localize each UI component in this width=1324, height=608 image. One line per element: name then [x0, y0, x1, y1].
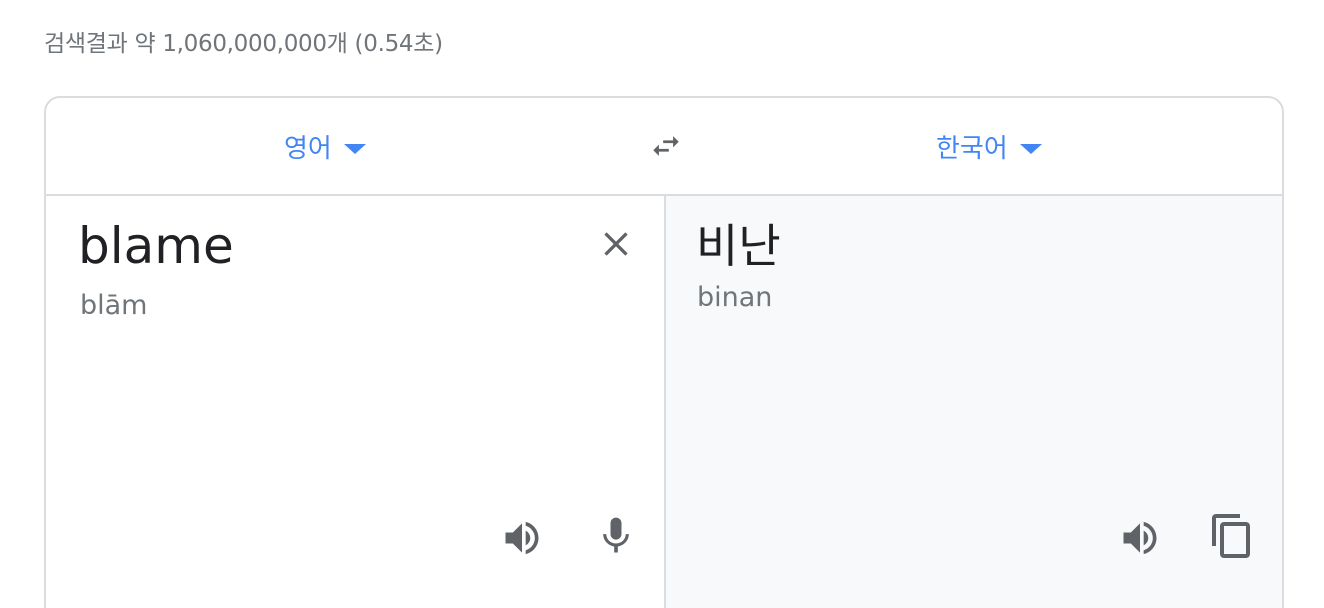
microphone-icon — [603, 517, 629, 553]
listen-translation-button[interactable] — [1116, 514, 1164, 562]
source-language-select[interactable]: 영어 — [284, 98, 366, 194]
language-bar: 영어 한국어 — [46, 98, 1282, 196]
clear-button[interactable] — [594, 222, 638, 266]
copy-translation-button[interactable] — [1208, 512, 1256, 560]
translated-text: 비난 — [696, 219, 781, 273]
translate-card: 영어 한국어 blame blām 비난 binan — [44, 96, 1284, 608]
result-stats: 검색결과 약 1,060,000,000개 (0.54초) — [44, 31, 443, 57]
target-pane: 비난 binan — [666, 196, 1282, 608]
source-pronunciation: blām — [80, 290, 148, 321]
speaker-icon — [505, 521, 539, 555]
dropdown-arrow-icon — [343, 144, 366, 154]
clear-icon — [604, 232, 628, 256]
source-language-label: 영어 — [284, 133, 332, 164]
source-pane: blame blām — [46, 196, 666, 608]
copy-icon — [1212, 514, 1250, 558]
translated-pronunciation: binan — [697, 282, 773, 313]
target-language-label: 한국어 — [936, 133, 1008, 164]
swap-languages-icon — [653, 136, 679, 156]
voice-input-button[interactable] — [592, 512, 640, 560]
speaker-icon — [1123, 521, 1157, 555]
target-language-select[interactable]: 한국어 — [936, 98, 1042, 194]
listen-source-button[interactable] — [498, 514, 546, 562]
swap-languages-button[interactable] — [642, 126, 690, 166]
source-text-input[interactable]: blame — [78, 216, 234, 276]
dropdown-arrow-icon — [1019, 144, 1042, 154]
